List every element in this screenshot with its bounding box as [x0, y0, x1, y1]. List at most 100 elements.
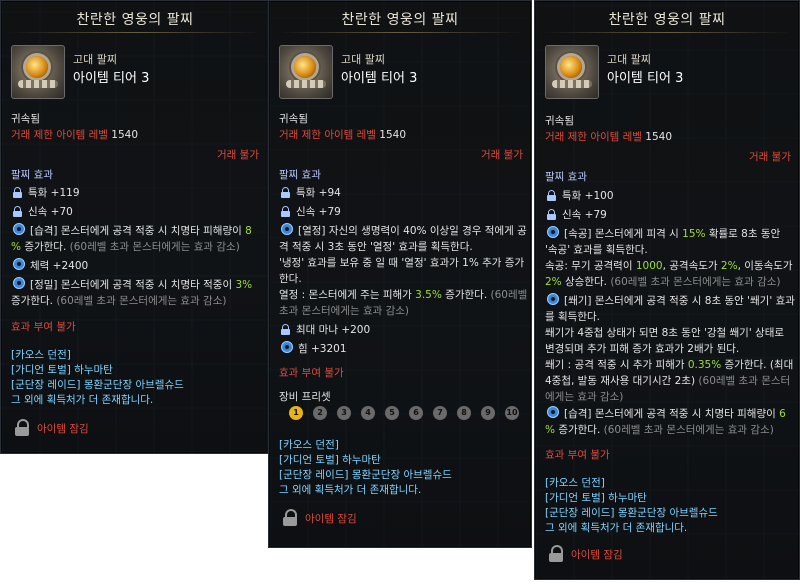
preset-selector[interactable]: 1 2 3 4 5 6 7 8 9 10	[289, 406, 529, 422]
effect-cog-icon	[281, 341, 293, 353]
stat-row: 특화 +119	[13, 185, 80, 201]
stat-row: 신속 +79	[547, 207, 607, 223]
preset-button-2[interactable]: 2	[313, 406, 327, 420]
source-raid: [군단장 레이드] 몽환군단장 아브렐슈드	[545, 507, 718, 519]
effect-cog-icon	[13, 258, 25, 270]
preset-button-6[interactable]: 6	[409, 406, 423, 420]
effect-row-cont: % 증가한다. (60레벨 초과 몬스터에게는 효과 감소)	[545, 424, 774, 436]
preset-button-5[interactable]: 5	[385, 406, 399, 420]
item-locked-label: 아이템 잠김	[305, 513, 357, 525]
preset-button-7[interactable]: 7	[433, 406, 447, 420]
effect-row: [열정] 자신의 생명력이 40% 이상일 경우 적에게 공	[281, 223, 527, 239]
effect-row-cont: '속공' 효과를 획득한다.	[545, 244, 648, 256]
effect-row: [속공] 몬스터에게 피격 시 15% 확률로 8초 동안	[547, 226, 780, 242]
effect-row-cont: 2% 상승한다. (60레벨 초과 몬스터에게는 효과 감소)	[545, 276, 781, 288]
preset-button-3[interactable]: 3	[337, 406, 351, 420]
effect-row: [습격] 몬스터에게 공격 적중 시 치명타 피해량이 8	[13, 223, 252, 239]
title-divider	[9, 32, 261, 33]
preset-button-10[interactable]: 10	[505, 406, 519, 420]
bound-status: 귀속됨	[279, 113, 308, 125]
lock-icon	[281, 187, 290, 198]
effect-cog-icon	[13, 277, 25, 289]
effect-cog-icon	[13, 223, 25, 235]
source-more: 그 외에 획득처가 더 존재합니다.	[11, 394, 154, 406]
no-effect-grant: 효과 부여 불가	[279, 367, 344, 379]
item-tier: 아이템 티어 3	[73, 71, 150, 86]
source-more: 그 외에 획득처가 더 존재합니다.	[545, 522, 688, 534]
item-locked-label: 아이템 잠김	[37, 423, 89, 435]
source-chaos: [카오스 던전]	[545, 477, 605, 489]
effect-row: [습격] 몬스터에게 공격 적중 시 치명타 피해량이 6	[547, 406, 786, 422]
effect-row-cont: 4중첩, 발동 재사용 대기시간 2초) (60레벨 초과 몬스터	[545, 375, 791, 387]
item-title: 찬란한 영웅의 팔찌	[341, 12, 459, 28]
title-divider	[543, 32, 791, 33]
tooltip-panel-3: 찬란한 영웅의 팔찌 고대 팔찌 아이템 티어 3 귀속됨 거래 제한 아이템 …	[534, 0, 800, 580]
effect-cog-icon	[547, 293, 559, 305]
effect-row-cont: 한다.	[279, 273, 302, 285]
item-locked-label: 아이템 잠김	[571, 549, 623, 561]
item-title: 찬란한 영웅의 팔찌	[608, 12, 726, 28]
effect-cog-icon	[547, 226, 559, 238]
effect-row-cont: 쐐기가 4중첩 상태가 되면 8초 동안 '강철 쐐기' 상태로	[545, 327, 785, 339]
preset-button-9[interactable]: 9	[481, 406, 495, 420]
item-grade: 고대 팔찌	[73, 53, 117, 66]
stat-row: 신속 +70	[13, 204, 73, 220]
trade-level-row: 거래 제한 아이템 레벨 1540	[545, 131, 673, 143]
stat-row: 특화 +94	[281, 185, 341, 201]
no-effect-grant: 효과 부여 불가	[545, 449, 610, 461]
item-grade: 고대 팔찌	[341, 53, 385, 66]
source-chaos: [카오스 던전]	[279, 439, 339, 451]
padlock-icon	[283, 509, 297, 526]
bound-status: 귀속됨	[545, 115, 574, 127]
stat-row: 특화 +100	[547, 188, 614, 204]
no-trade-label: 거래 불가	[217, 149, 259, 161]
effect-row: [정밀] 몬스터에게 공격 적중 시 치명타 적중이 3%	[13, 277, 252, 293]
effect-row-cont: 쐐기 : 공격 적중 시 추가 피해가 0.35% 증가한다. (최대	[545, 359, 794, 371]
bracelet-effects-heading: 팔찌 효과	[545, 171, 587, 183]
stat-row: 힘 +3201	[281, 341, 347, 357]
effect-row-cont: 를 획득한다.	[545, 311, 600, 323]
preset-button-4[interactable]: 4	[361, 406, 375, 420]
title-divider	[277, 32, 523, 33]
preset-button-8[interactable]: 8	[457, 406, 471, 420]
effect-row-cont: 격 적중 시 3초 동안 '열정' 효과를 획득한다.	[279, 241, 473, 253]
effect-row-cont: 변경되며 추가 피해 증가 효과가 2배가 된다.	[545, 343, 740, 355]
source-guardian: [가디언 토벌] 하누마탄	[279, 454, 381, 466]
effect-cog-icon	[547, 406, 559, 418]
stat-row: 신속 +79	[281, 204, 341, 220]
item-tier: 아이템 티어 3	[341, 71, 418, 86]
tooltip-panel-2: 찬란한 영웅의 팔찌 고대 팔찌 아이템 티어 3 귀속됨 거래 제한 아이템 …	[268, 0, 532, 548]
no-effect-grant: 효과 부여 불가	[11, 321, 76, 333]
source-raid: [군단장 레이드] 몽환군단장 아브렐슈드	[11, 379, 184, 391]
lock-icon	[281, 206, 290, 217]
bracelet-effects-heading: 팔찌 효과	[279, 169, 321, 181]
preset-button-1[interactable]: 1	[289, 406, 303, 420]
effect-row-cont: 증가한다. (60레벨 초과 몬스터에게는 효과 감소)	[11, 295, 227, 307]
source-more: 그 외에 획득처가 더 존재합니다.	[279, 484, 422, 496]
no-trade-label: 거래 불가	[749, 151, 791, 163]
effect-row-cont: '냉정' 효과를 보유 중 일 때 '열정' 효과가 1% 추가 증가	[279, 257, 525, 269]
item-title: 찬란한 영웅의 팔찌	[76, 12, 194, 28]
effect-row-cont: 에게는 효과 감소)	[545, 391, 624, 403]
effect-row-cont: 초과 몬스터에게는 효과 감소)	[279, 305, 410, 317]
preset-label: 장비 프리셋	[279, 391, 331, 403]
effect-cog-icon	[281, 223, 293, 235]
item-tier: 아이템 티어 3	[607, 71, 684, 86]
lock-icon	[13, 187, 22, 198]
source-raid: [군단장 레이드] 몽환군단장 아브렐슈드	[279, 469, 452, 481]
stat-row: 체력 +2400	[13, 258, 88, 274]
tooltip-panel-1: 찬란한 영웅의 팔찌 고대 팔찌 아이템 티어 3 귀속됨 거래 제한 아이템 …	[0, 0, 270, 454]
bracelet-item-icon	[11, 45, 65, 99]
padlock-icon	[15, 419, 29, 436]
source-chaos: [카오스 던전]	[11, 349, 71, 361]
effect-row: [쐐기] 몬스터에게 공격 적중 시 8초 동안 '쐐기' 효과	[547, 293, 795, 309]
stat-row: 최대 마나 +200	[281, 322, 370, 338]
bracelet-item-icon	[545, 45, 599, 99]
trade-level-row: 거래 제한 아이템 레벨 1540	[11, 129, 139, 141]
bracelet-item-icon	[279, 45, 333, 99]
item-grade: 고대 팔찌	[607, 53, 651, 66]
lock-icon	[547, 190, 556, 201]
bound-status: 귀속됨	[11, 113, 40, 125]
no-trade-label: 거래 불가	[481, 149, 523, 161]
padlock-icon	[549, 545, 563, 562]
